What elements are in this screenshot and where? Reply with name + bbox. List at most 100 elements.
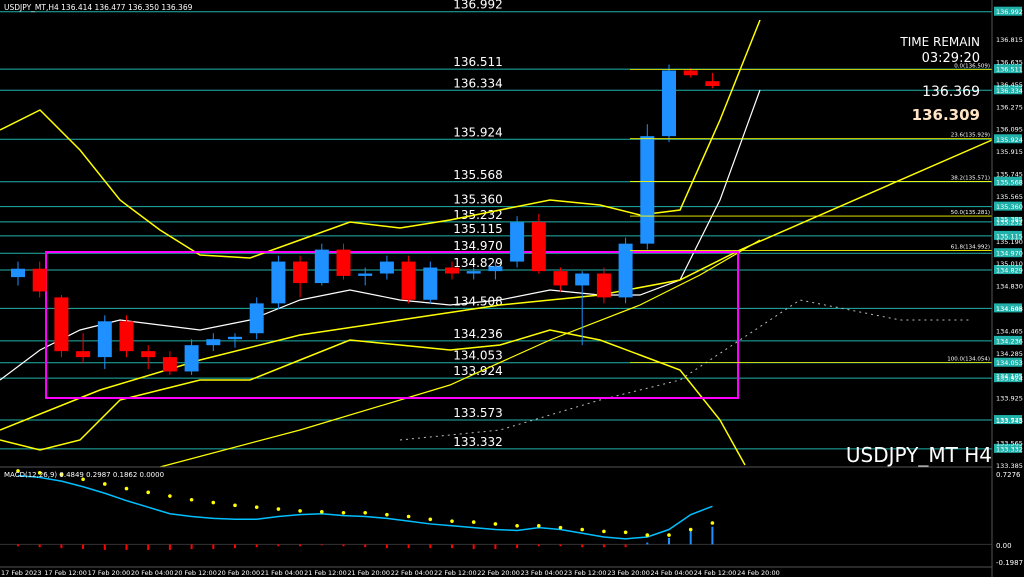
level-label: 133.332 <box>453 435 503 449</box>
price-tick-label: 136.815 <box>996 36 1023 44</box>
macd-signal-dot <box>233 503 237 508</box>
level-label: 135.924 <box>453 125 503 139</box>
candle-body <box>575 273 590 286</box>
candle-body <box>119 321 134 352</box>
level-label: 135.360 <box>453 193 503 207</box>
macd-signal-dot <box>211 500 216 505</box>
time-tick-label: 17 Feb 20:00 <box>88 569 131 577</box>
price-tick-label: 135.915 <box>996 148 1023 156</box>
candle-body <box>488 266 503 272</box>
time-tick-label: 21 Feb 20:00 <box>347 569 390 577</box>
macd-signal-dot <box>623 530 628 535</box>
price-tick-label: 135.385 <box>996 215 1023 223</box>
macd-signal-dot <box>602 529 606 534</box>
price-tick-label: 133.385 <box>996 462 1023 470</box>
level-axis-label: 134.053 <box>996 359 1023 367</box>
time-tick-label: 17 Feb 2023 <box>1 569 41 577</box>
macd-signal-dot <box>385 512 389 517</box>
candle-body <box>640 136 655 244</box>
time-tick-label: 20 Feb 20:00 <box>218 569 261 577</box>
candle-body <box>423 267 438 300</box>
price-tick-label: 133.745 <box>996 417 1023 425</box>
candle-body <box>271 261 286 304</box>
level-label: 136.511 <box>453 55 503 69</box>
macd-signal-dot <box>580 527 584 532</box>
candle-body <box>293 261 308 284</box>
level-label: 133.573 <box>453 406 503 420</box>
price-tick-label: 134.285 <box>996 350 1023 358</box>
chart-background <box>0 0 1024 577</box>
level-label: 135.568 <box>453 168 503 182</box>
level-label: 136.334 <box>453 76 503 90</box>
macd-signal-dot <box>688 527 693 532</box>
macd-signal-dot <box>667 533 671 537</box>
time-tick-label: 23 Feb 04:00 <box>521 569 564 577</box>
candle-body <box>184 345 199 372</box>
macd-signal-dot <box>515 524 519 528</box>
macd-signal-dot <box>168 494 172 498</box>
macd-signal-dot <box>471 520 476 524</box>
candle-body <box>466 271 481 274</box>
candle-body <box>553 271 568 286</box>
price-tick-label: 136.095 <box>996 126 1023 134</box>
price-tick-label: 133.925 <box>996 395 1023 403</box>
bid-price: 136.369 <box>922 84 980 100</box>
macd-signal-dot <box>645 533 650 537</box>
candle-body <box>618 243 633 298</box>
fib-label: 61.8(134.992) <box>951 245 990 251</box>
macd-signal-dot <box>276 507 281 511</box>
level-axis-label: 135.568 <box>996 178 1023 186</box>
time-tick-label: 24 Feb 12:00 <box>694 569 737 577</box>
time-tick-label: 23 Feb 12:00 <box>564 569 607 577</box>
time-tick-label: 23 Feb 20:00 <box>607 569 650 577</box>
fib-label: 38.2(135.571) <box>951 175 990 181</box>
price-tick-label: 136.455 <box>996 81 1023 89</box>
macd-zero-tick: 0.00 <box>996 542 1012 550</box>
time-tick-label: 22 Feb 12:00 <box>434 569 477 577</box>
macd-signal-dot <box>146 490 150 495</box>
candle-body <box>249 303 264 334</box>
time-tick-label: 17 Feb 12:00 <box>44 569 87 577</box>
macd-signal-dot <box>341 510 346 515</box>
candle-body <box>401 261 416 300</box>
macd-signal-dot <box>254 505 259 510</box>
price-tick-label: 134.105 <box>996 372 1023 380</box>
ask-price: 136.309 <box>912 106 980 124</box>
candle-body <box>54 297 69 352</box>
candle-body <box>314 249 329 284</box>
price-tick-label: 135.010 <box>996 260 1023 268</box>
macd-signal-dot <box>450 519 454 523</box>
macd-signal-dot <box>406 514 411 519</box>
candle-body <box>228 336 242 340</box>
price-chart[interactable]: 136.992 136.992 136.511 136.511 136.334 136.3… <box>0 0 1024 577</box>
time-tick-label: 20 Feb 12:00 <box>174 569 217 577</box>
price-tick-label: 134.465 <box>996 327 1023 335</box>
candle-body <box>379 261 394 274</box>
price-tick-label: 134.645 <box>996 305 1023 313</box>
macd-signal-dot <box>298 509 302 513</box>
time-tick-label: 22 Feb 20:00 <box>477 569 520 577</box>
price-tick-label: 135.565 <box>996 193 1023 201</box>
candle-body <box>162 357 177 372</box>
candle-body <box>336 249 351 276</box>
candle-body <box>11 268 25 278</box>
macd-signal-dot <box>558 525 563 530</box>
symbol-info: USDJPY_MT,H4 136.414 136.477 136.350 136… <box>4 3 193 12</box>
fib-label: 23.6(135.929) <box>951 133 990 139</box>
level-axis-label: 136.511 <box>996 66 1023 74</box>
level-axis-label: 134.236 <box>996 337 1023 345</box>
macd-top-tick: 0.7276 <box>996 471 1021 479</box>
price-tick-label: 134.830 <box>996 283 1023 291</box>
price-tick-label: 133.565 <box>996 440 1023 448</box>
candle-body <box>76 351 91 358</box>
candle-body <box>32 268 47 292</box>
fib-label: 50.0(135.281) <box>951 210 990 216</box>
candle-body <box>683 70 698 76</box>
macd-signal-dot <box>493 522 498 526</box>
macd-signal-dot <box>710 521 715 525</box>
price-tick-label: 135.745 <box>996 171 1023 179</box>
time-tick-label: 22 Feb 04:00 <box>391 569 434 577</box>
macd-bottom-tick: -0.1987 <box>996 559 1023 567</box>
level-axis-label: 134.970 <box>996 250 1023 258</box>
level-label: 133.924 <box>453 364 503 378</box>
